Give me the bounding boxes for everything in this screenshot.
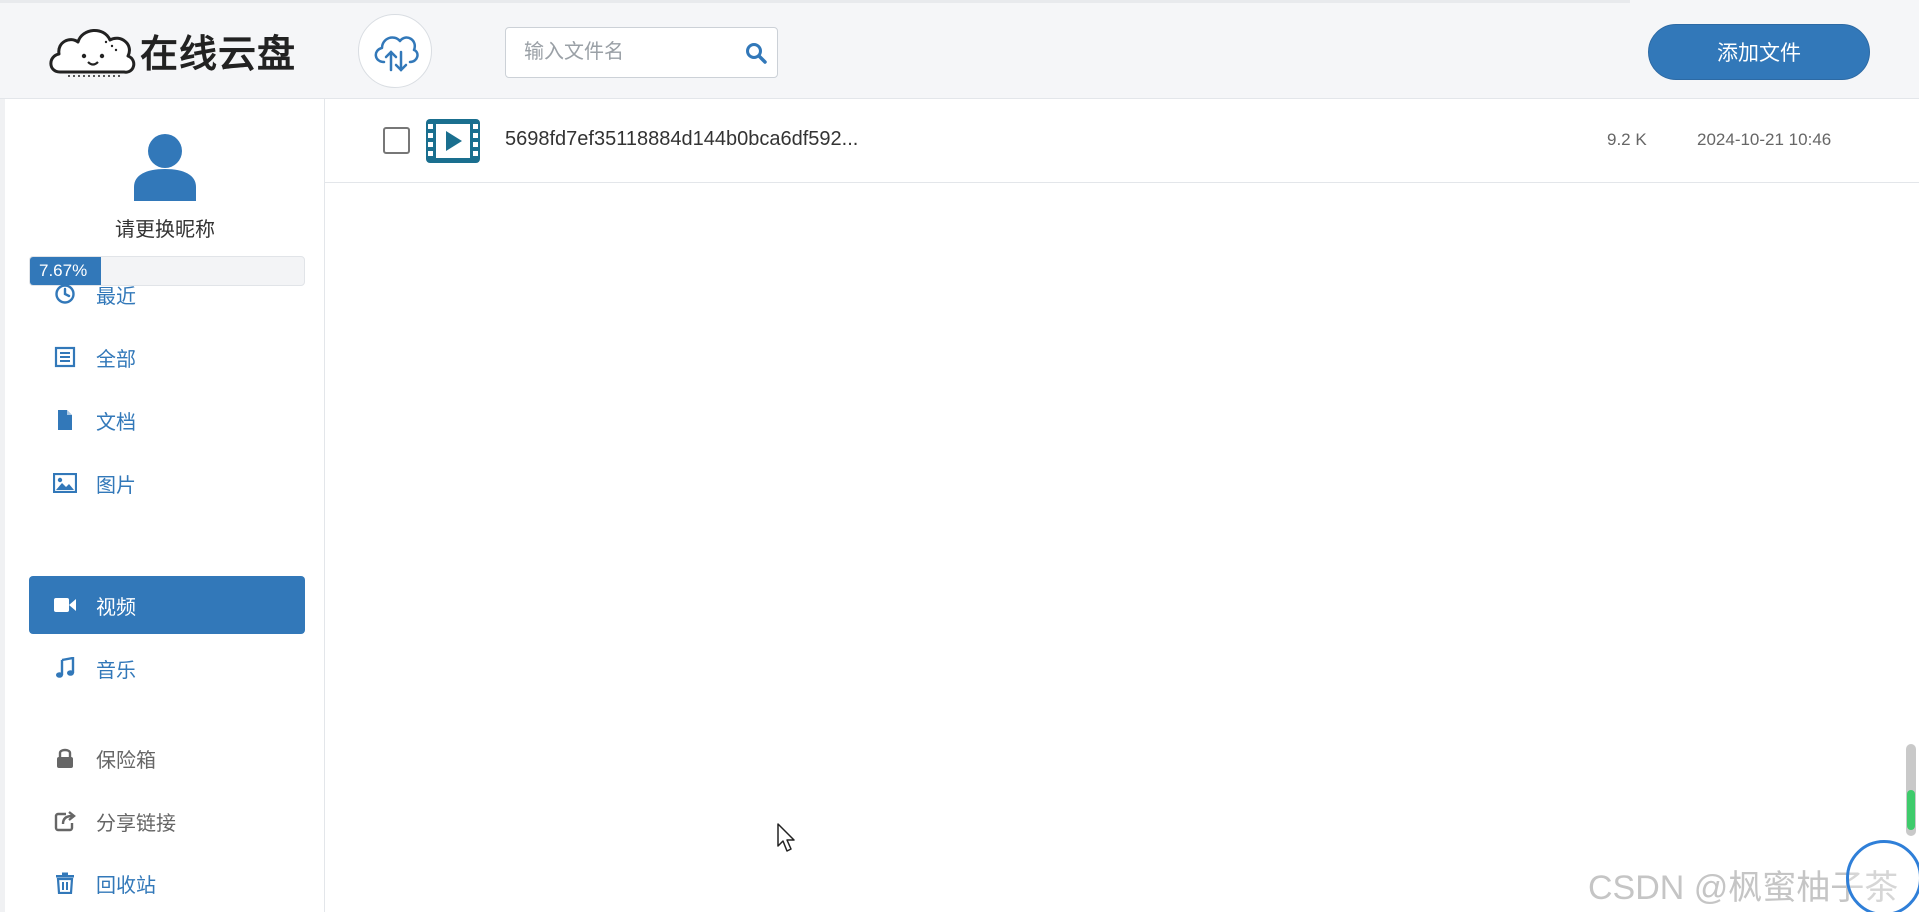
- user-avatar-icon[interactable]: [132, 131, 198, 201]
- top-divider: [0, 0, 1630, 3]
- nav-item-label: 文档: [96, 411, 136, 434]
- file-size: 9.2 K: [1607, 130, 1647, 149]
- share-icon: [53, 809, 77, 833]
- upload-button[interactable]: [358, 14, 432, 88]
- app-title: 在线云盘: [140, 33, 297, 76]
- nav-item-label: 音乐: [96, 659, 136, 682]
- nav-item-videos[interactable]: 视频: [29, 576, 305, 634]
- app-logo[interactable]: 在线云盘: [46, 20, 296, 80]
- document-icon: [53, 408, 77, 432]
- nav-item-label: 回收站: [96, 874, 156, 897]
- nav-item-recycle-bin[interactable]: 回收站: [29, 854, 305, 912]
- sidebar: 请更换昵称 7.67% 最近 全部 文档 图片 视频 音乐 保险箱 分享链接 回…: [0, 99, 325, 912]
- file-modified-time: 2024-10-21 10:46: [1697, 130, 1832, 149]
- clock-icon: [53, 282, 77, 306]
- nav-item-label: 全部: [96, 348, 136, 371]
- search-input[interactable]: [506, 41, 736, 64]
- list-icon: [53, 345, 77, 369]
- nav-item-documents[interactable]: 文档: [29, 391, 305, 449]
- mouse-cursor-icon: [777, 823, 795, 852]
- cloud-logo-icon: [49, 29, 136, 77]
- video-camera-icon: [53, 593, 77, 617]
- nav-item-label: 图片: [96, 474, 136, 497]
- file-row[interactable]: 5698fd7ef35118884d144b0bca6df592... 9.2 …: [325, 99, 1919, 183]
- nav-item-label: 最近: [96, 285, 136, 308]
- file-name[interactable]: 5698fd7ef35118884d144b0bca6df592...: [505, 128, 858, 151]
- scroll-indicator: [1907, 790, 1915, 830]
- top-header: 在线云盘 添加文件: [0, 0, 1919, 99]
- video-file-icon: [426, 119, 480, 163]
- nav-item-recent[interactable]: 最近: [29, 265, 305, 323]
- file-list-area: 5698fd7ef35118884d144b0bca6df592... 9.2 …: [325, 99, 1919, 912]
- add-file-button[interactable]: 添加文件: [1648, 24, 1870, 80]
- nav-item-safe[interactable]: 保险箱: [29, 729, 305, 787]
- search-icon[interactable]: [743, 40, 769, 66]
- nav-item-images[interactable]: 图片: [29, 454, 305, 512]
- music-note-icon: [53, 656, 77, 680]
- nav-item-music[interactable]: 音乐: [29, 639, 305, 697]
- lock-icon: [53, 746, 77, 770]
- trash-icon: [53, 871, 77, 895]
- nav-item-label: 分享链接: [96, 812, 176, 835]
- nav-item-label: 保险箱: [96, 749, 156, 772]
- user-nickname[interactable]: 请更换昵称: [5, 213, 325, 242]
- search-box: [505, 27, 778, 78]
- nav-item-all[interactable]: 全部: [29, 328, 305, 386]
- nav-item-share-links[interactable]: 分享链接: [29, 792, 305, 850]
- nav-item-label: 视频: [96, 596, 136, 619]
- cloud-upload-icon: [374, 36, 419, 72]
- image-icon: [53, 471, 77, 495]
- floating-assistant-button[interactable]: [1846, 840, 1919, 912]
- file-select-checkbox[interactable]: [383, 127, 410, 154]
